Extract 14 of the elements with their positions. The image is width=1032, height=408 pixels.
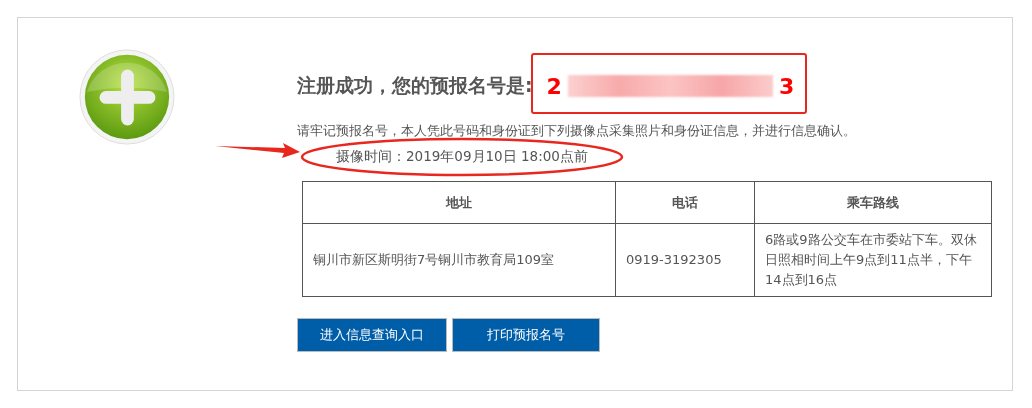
column-header: 电话: [615, 181, 755, 224]
table-cell: 0919-3192305: [615, 223, 755, 297]
instruction-text: 请牢记预报名号，本人凭此号码和身份证到下列摄像点采集照片和身份证信息，并进行信息确认。: [297, 122, 857, 140]
plus-icon: [78, 48, 176, 146]
table-cell: 6路或9路公交车在市委站下车。双休日照相时间上午9点到11点半，下午14点到16点: [754, 223, 992, 297]
column-header: 乘车路线: [754, 181, 992, 224]
column-header: 地址: [302, 181, 616, 224]
action-button[interactable]: 打印预报名号: [452, 318, 600, 352]
photo-time: 摄像时间：2019年09月10日 18:00点前: [336, 148, 588, 166]
number-end: 3: [778, 73, 795, 99]
table-cell: 铜川市新区斯明街7号铜川市教育局109室: [302, 223, 616, 297]
action-button[interactable]: 进入信息查询入口: [297, 318, 447, 352]
number-start: 2: [546, 73, 562, 99]
heading-title: 注册成功，您的预报名号是:: [297, 73, 533, 98]
